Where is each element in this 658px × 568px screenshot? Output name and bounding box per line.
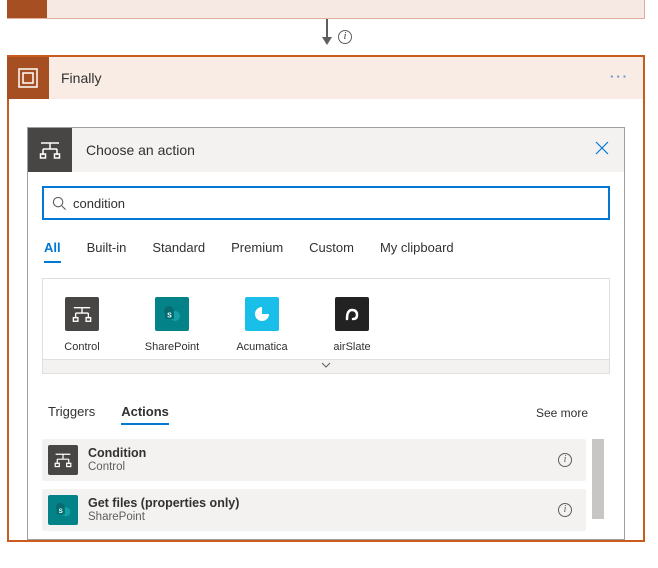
action-condition[interactable]: Condition Control i bbox=[42, 439, 586, 481]
sub-tab-triggers[interactable]: Triggers bbox=[48, 400, 95, 425]
finally-block: Finally ··· Choose an action bbox=[7, 55, 645, 542]
trigger-action-tabs: Triggers Actions See more bbox=[42, 400, 610, 425]
connector-sharepoint[interactable]: S SharePoint bbox=[139, 297, 205, 353]
action-list-scrollbar[interactable] bbox=[592, 439, 604, 531]
tab-custom[interactable]: Custom bbox=[309, 234, 354, 263]
connector-label: airSlate bbox=[319, 341, 385, 353]
picker-close-button[interactable] bbox=[594, 140, 610, 156]
branch-icon bbox=[39, 139, 61, 161]
block-header[interactable]: Finally ··· bbox=[9, 57, 643, 99]
block-more-button[interactable]: ··· bbox=[610, 69, 629, 84]
action-subtitle: Control bbox=[88, 461, 146, 475]
action-title: Condition bbox=[88, 446, 146, 461]
connector-grid: Control S SharePoint Acumat bbox=[43, 279, 609, 359]
connector-airslate[interactable]: airSlate bbox=[319, 297, 385, 353]
action-list: Condition Control i S Get files (propert… bbox=[42, 439, 610, 531]
connector-acumatica[interactable]: Acumatica bbox=[229, 297, 295, 353]
acumatica-icon bbox=[245, 297, 279, 331]
action-info-icon[interactable]: i bbox=[558, 503, 572, 517]
connector-label: SharePoint bbox=[139, 341, 205, 353]
scrollbar-thumb[interactable] bbox=[592, 439, 604, 519]
action-text: Condition Control bbox=[88, 446, 146, 475]
control-icon bbox=[48, 445, 78, 475]
previous-block-stub bbox=[7, 0, 645, 19]
search-icon bbox=[52, 196, 67, 211]
action-subtitle: SharePoint bbox=[88, 511, 239, 525]
search-box[interactable] bbox=[42, 186, 610, 220]
chevron-down-icon bbox=[321, 361, 331, 369]
airslate-icon bbox=[335, 297, 369, 331]
frame-icon bbox=[18, 68, 38, 88]
block-icon bbox=[7, 57, 49, 99]
picker-header: Choose an action bbox=[28, 128, 624, 172]
see-more-link[interactable]: See more bbox=[536, 406, 588, 420]
control-icon bbox=[65, 297, 99, 331]
filter-tabs: All Built-in Standard Premium Custom My … bbox=[42, 234, 610, 264]
arrow-info-icon[interactable]: i bbox=[338, 30, 352, 44]
action-text: Get files (properties only) SharePoint bbox=[88, 496, 239, 525]
search-input[interactable] bbox=[73, 196, 600, 211]
previous-block-icon bbox=[7, 0, 47, 18]
picker-title: Choose an action bbox=[86, 142, 195, 158]
action-title: Get files (properties only) bbox=[88, 496, 239, 511]
block-body: Choose an action All Buil bbox=[9, 99, 643, 540]
block-title: Finally bbox=[61, 70, 101, 86]
tab-premium[interactable]: Premium bbox=[231, 234, 283, 263]
close-icon bbox=[594, 140, 610, 156]
tab-clipboard[interactable]: My clipboard bbox=[380, 234, 454, 263]
picker-header-icon bbox=[28, 128, 72, 172]
flow-arrow bbox=[326, 19, 328, 43]
connector-label: Control bbox=[49, 341, 115, 353]
sub-tab-actions[interactable]: Actions bbox=[121, 400, 169, 425]
action-get-files[interactable]: S Get files (properties only) SharePoint… bbox=[42, 489, 586, 531]
svg-text:S: S bbox=[59, 508, 63, 515]
sharepoint-icon: S bbox=[155, 297, 189, 331]
tab-built-in[interactable]: Built-in bbox=[87, 234, 127, 263]
connector-control[interactable]: Control bbox=[49, 297, 115, 353]
connector-grid-panel: Control S SharePoint Acumat bbox=[42, 278, 610, 374]
tab-standard[interactable]: Standard bbox=[152, 234, 205, 263]
action-info-icon[interactable]: i bbox=[558, 453, 572, 467]
tab-all[interactable]: All bbox=[44, 234, 61, 263]
sharepoint-icon: S bbox=[48, 495, 78, 525]
picker-body: All Built-in Standard Premium Custom My … bbox=[28, 172, 624, 531]
connector-expander[interactable] bbox=[43, 359, 609, 373]
svg-text:S: S bbox=[167, 313, 172, 320]
connector-label: Acumatica bbox=[229, 341, 295, 353]
action-picker: Choose an action All Buil bbox=[27, 127, 625, 540]
